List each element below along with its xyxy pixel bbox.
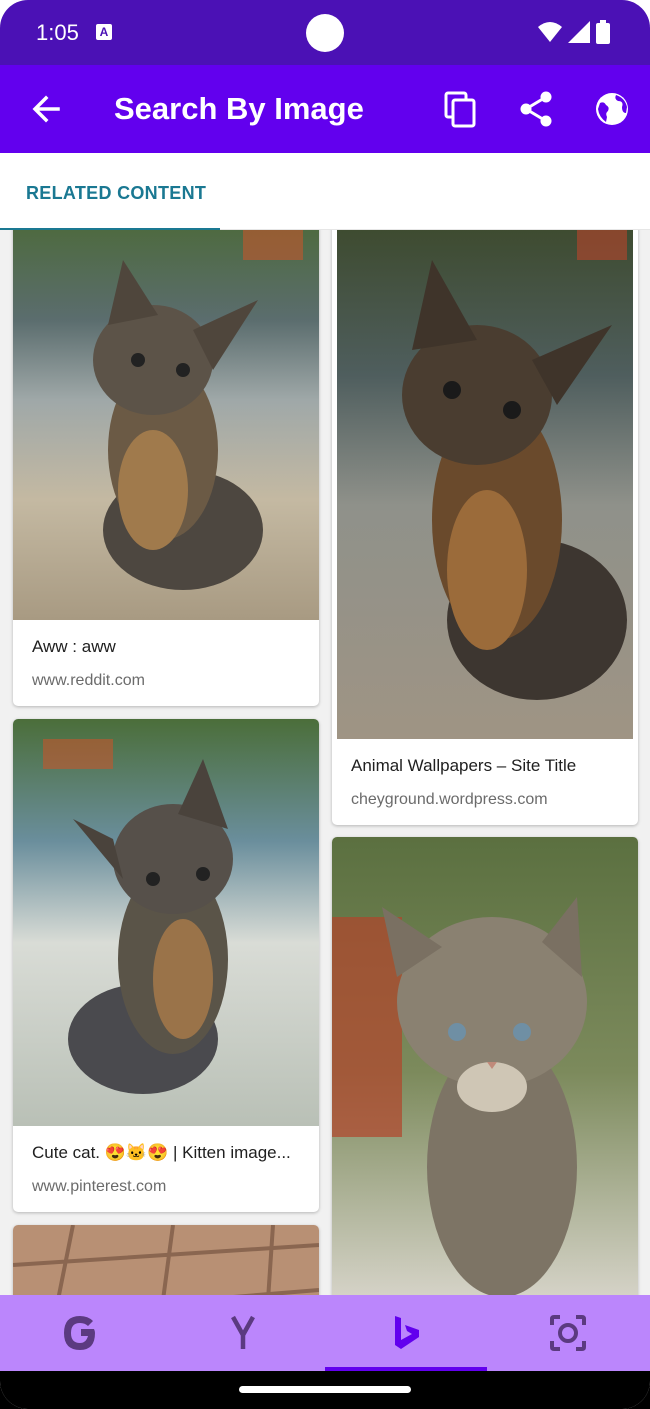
a-icon: A bbox=[96, 24, 112, 40]
kitten-image bbox=[337, 230, 633, 739]
camera-cutout bbox=[306, 14, 344, 52]
google-icon bbox=[64, 1316, 95, 1350]
wifi-icon bbox=[538, 22, 562, 42]
result-title: Animal Wallpapers – Site Title bbox=[351, 756, 577, 775]
result-title: Aww : aww bbox=[32, 637, 116, 656]
result-card[interactable]: Aww : aww www.reddit.com bbox=[13, 230, 319, 706]
status-icons bbox=[538, 20, 610, 44]
back-arrow-icon[interactable] bbox=[26, 89, 66, 129]
page-title: Search By Image bbox=[114, 91, 364, 126]
kitten-image bbox=[13, 719, 319, 1126]
status-bar: 1:05 A bbox=[0, 0, 650, 65]
tab-bar: RELATED CONTENT bbox=[0, 153, 650, 231]
lens-icon bbox=[550, 1315, 586, 1351]
results-grid: Aww : aww www.reddit.com Animal Wallpape… bbox=[0, 230, 650, 1295]
system-navigation-bar bbox=[0, 1371, 650, 1409]
result-source: cheyground.wordpress.com bbox=[351, 791, 548, 808]
tab-related-content[interactable]: RELATED CONTENT bbox=[0, 153, 220, 231]
nav-lens[interactable] bbox=[487, 1295, 649, 1371]
result-card[interactable] bbox=[332, 837, 638, 1295]
home-gesture-handle[interactable] bbox=[239, 1386, 411, 1393]
kitten-image bbox=[13, 230, 319, 620]
app-bar: Search By Image bbox=[0, 65, 650, 153]
tab-label: RELATED CONTENT bbox=[26, 183, 207, 203]
share-icon[interactable] bbox=[516, 89, 556, 129]
result-card[interactable]: Animal Wallpapers – Site Title cheygroun… bbox=[332, 230, 638, 825]
nav-bing[interactable] bbox=[325, 1295, 487, 1371]
bing-icon bbox=[395, 1316, 419, 1349]
tile-image bbox=[13, 1225, 319, 1295]
kitten-image bbox=[332, 837, 638, 1295]
screen: 1:05 A Search By Image RELATED CONTENT A… bbox=[0, 0, 650, 1409]
result-title: Cute cat. 😍🐱😍 | Kitten image... bbox=[32, 1143, 291, 1162]
signal-icon bbox=[568, 21, 590, 43]
bottom-navigation bbox=[0, 1295, 650, 1371]
globe-icon[interactable] bbox=[592, 89, 632, 129]
battery-icon bbox=[596, 20, 610, 44]
status-time: 1:05 bbox=[36, 20, 79, 45]
yandex-icon bbox=[231, 1315, 255, 1349]
nav-google[interactable] bbox=[0, 1295, 162, 1371]
result-source: www.pinterest.com bbox=[32, 1178, 167, 1195]
result-source: www.reddit.com bbox=[32, 672, 145, 689]
result-card[interactable] bbox=[13, 1225, 319, 1295]
copy-icon[interactable] bbox=[440, 89, 480, 129]
result-card[interactable]: Cute cat. 😍🐱😍 | Kitten image... www.pint… bbox=[13, 719, 319, 1212]
nav-yandex[interactable] bbox=[162, 1295, 324, 1371]
